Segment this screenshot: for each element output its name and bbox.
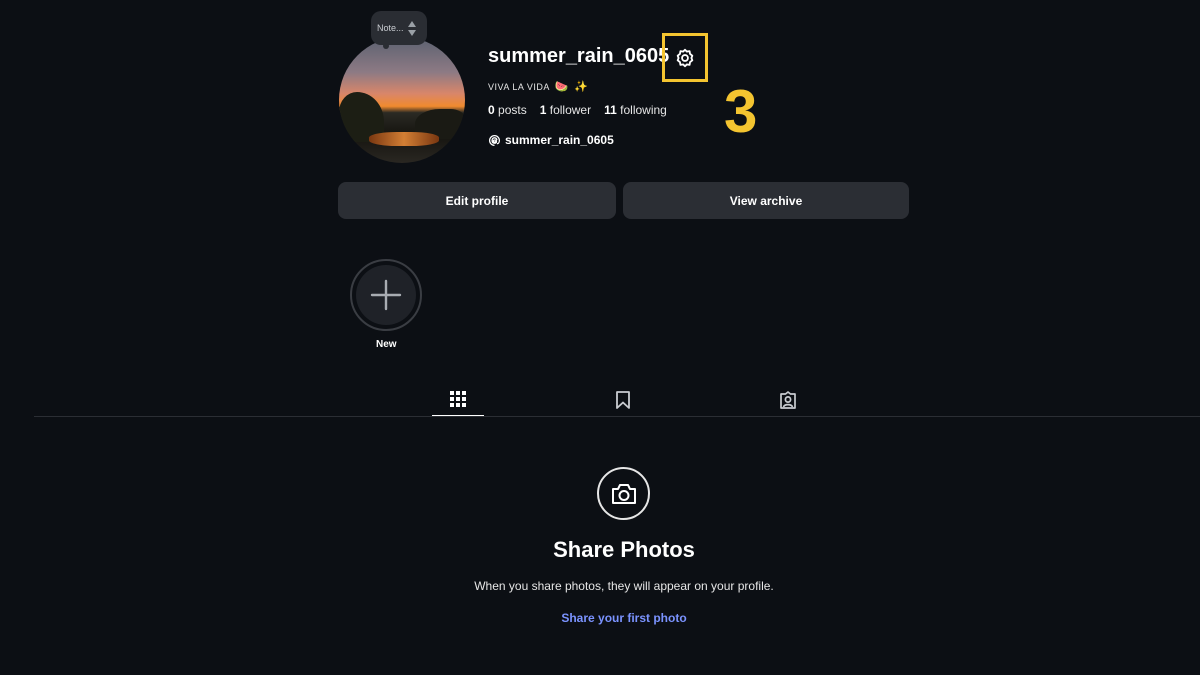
share-first-photo-link[interactable]: Share your first photo: [0, 611, 1200, 625]
new-highlight-label: New: [376, 339, 397, 350]
threads-link[interactable]: summer_rain_0605: [488, 133, 614, 147]
profile-stats: 0 posts 1 follower 11 following: [488, 103, 667, 117]
edit-profile-button[interactable]: Edit profile: [338, 182, 616, 219]
tab-saved[interactable]: [597, 383, 649, 416]
sparkles-emoji: ✨: [574, 81, 589, 93]
empty-state-title: Share Photos: [553, 537, 695, 562]
note-scroll-icon: [407, 20, 416, 36]
camera-icon-circle: [597, 467, 650, 520]
profile-username: summer_rain_0605: [488, 45, 670, 67]
avatar-image-detail: [369, 132, 439, 146]
tab-divider: [34, 416, 1200, 417]
note-bubble[interactable]: Note...: [371, 11, 427, 45]
bookmark-icon: [616, 390, 630, 409]
camera-icon: [611, 483, 636, 504]
profile-bio: VIVA LA VIDA 🍉 ✨: [488, 80, 588, 93]
threads-handle: summer_rain_0605: [505, 133, 614, 147]
gear-icon[interactable]: [674, 47, 696, 69]
bio-text: VIVA LA VIDA: [488, 81, 550, 92]
watermelon-emoji: 🍉: [554, 81, 570, 93]
tagged-icon: [780, 390, 796, 409]
empty-state-description: When you share photos, they will appear …: [474, 579, 774, 593]
tab-posts[interactable]: [432, 383, 484, 417]
tab-tagged[interactable]: [762, 383, 814, 416]
note-placeholder: Note...: [377, 23, 404, 33]
settings-button-highlight[interactable]: [662, 33, 708, 82]
followers-stat[interactable]: 1 follower: [540, 103, 591, 117]
following-stat[interactable]: 11 following: [604, 103, 667, 117]
new-highlight-button[interactable]: [350, 259, 422, 331]
profile-avatar[interactable]: [339, 37, 465, 163]
posts-stat: 0 posts: [488, 103, 527, 117]
threads-icon: [488, 134, 501, 146]
step-number-annotation: 3: [724, 78, 758, 145]
plus-icon: [370, 279, 402, 311]
view-archive-button[interactable]: View archive: [623, 182, 909, 219]
grid-icon: [450, 391, 466, 407]
note-bubble-tail: [383, 43, 389, 49]
